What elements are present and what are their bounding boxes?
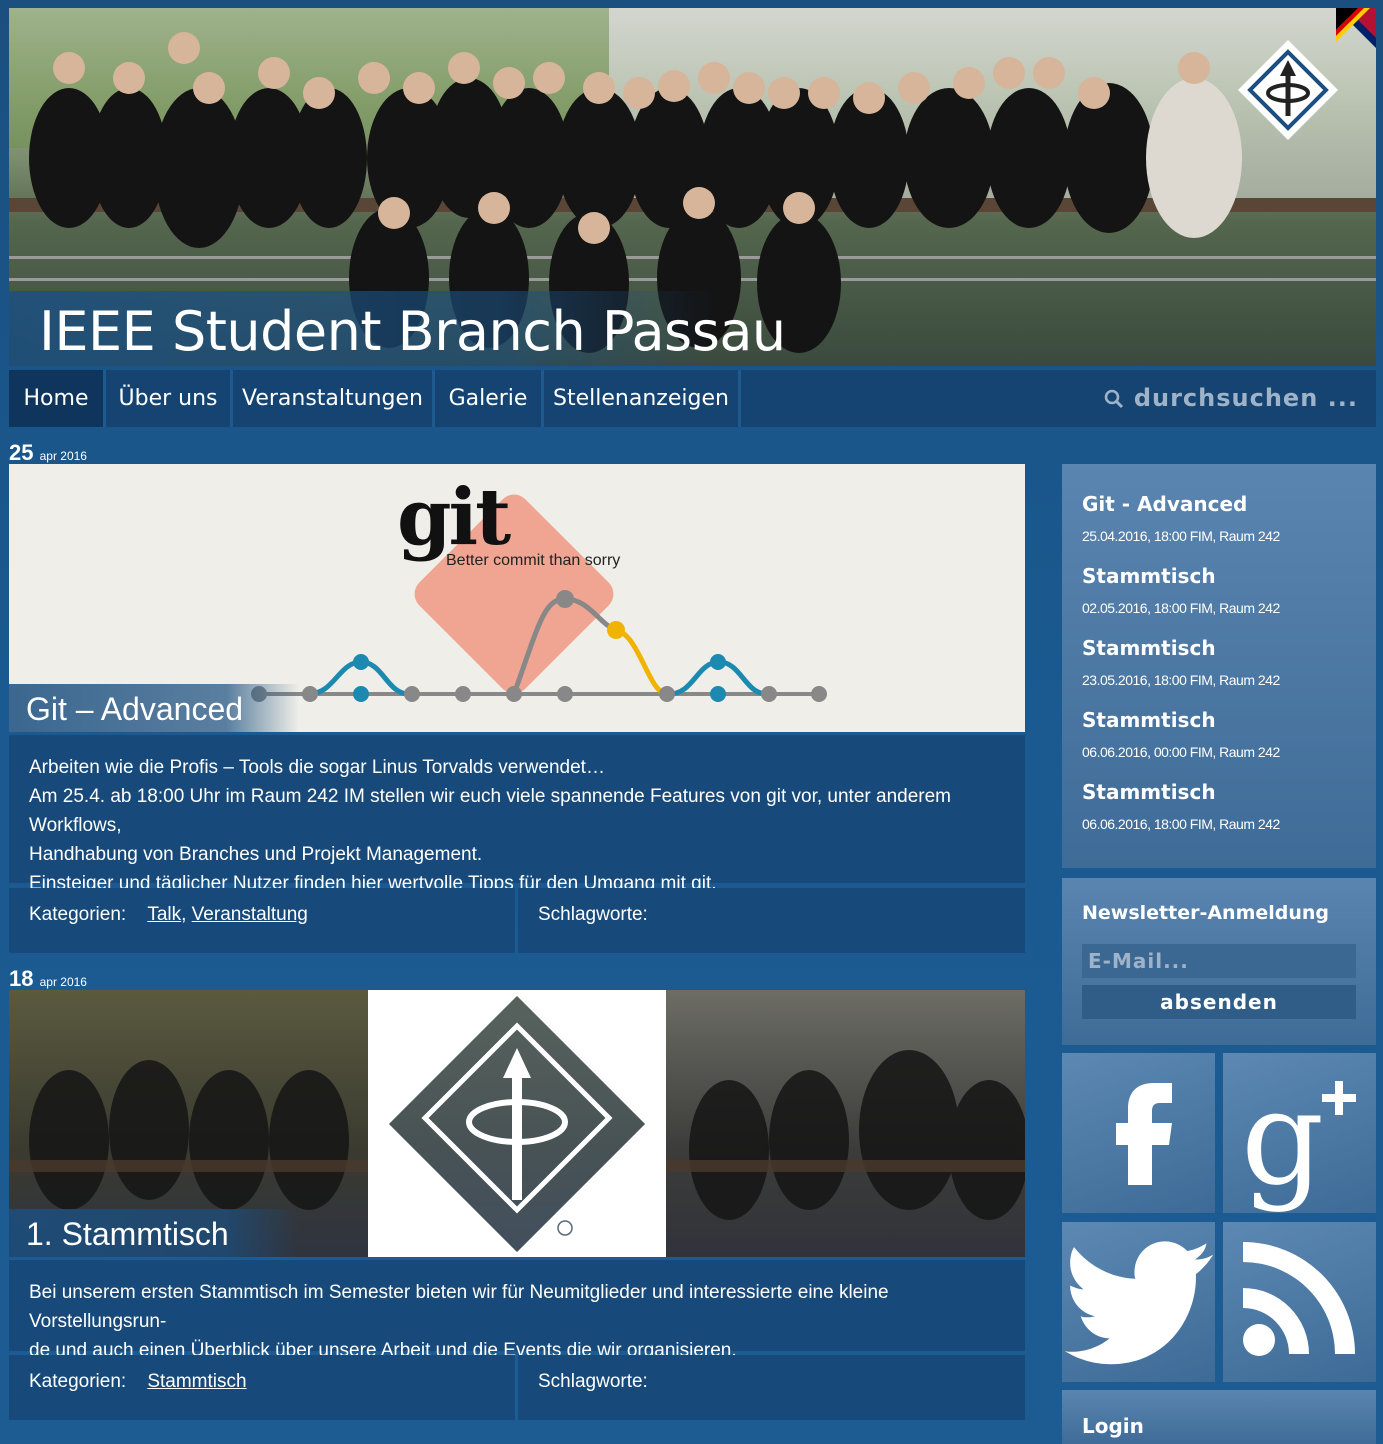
categories-label: Kategorien: xyxy=(29,904,127,925)
post-categories: Kategorien: Talk, Veranstaltung xyxy=(9,888,515,953)
category-link[interactable]: Stammtisch xyxy=(147,1371,246,1392)
git-tagline: Better commit than sorry xyxy=(446,552,621,569)
post-meta: Kategorien: Talk, Veranstaltung Schlagwo… xyxy=(9,888,1025,953)
facebook-icon xyxy=(1116,1083,1172,1185)
nav-item-home[interactable]: Home xyxy=(9,370,106,427)
event-item[interactable]: Stammtisch 06.06.2016, 00:00 FIM, Raum 2… xyxy=(1062,708,1280,760)
post-title[interactable]: Git – Advanced xyxy=(26,691,243,728)
newsletter-submit-button[interactable]: absenden xyxy=(1082,985,1356,1019)
post-date: 25 apr 2016 xyxy=(9,440,87,466)
event-item[interactable]: Stammtisch 02.05.2016, 18:00 FIM, Raum 2… xyxy=(1062,564,1280,616)
facebook-link[interactable] xyxy=(1062,1053,1215,1213)
tags-label: Schlagworte: xyxy=(538,904,648,925)
event-title[interactable]: Stammtisch xyxy=(1082,780,1280,804)
post-date-month-year: apr 2016 xyxy=(39,975,87,989)
ieee-logo-icon[interactable] xyxy=(1236,38,1340,142)
tags-label: Schlagworte: xyxy=(538,1371,648,1392)
post-tags: Schlagworte: xyxy=(518,1355,1025,1420)
search-icon xyxy=(1104,389,1123,409)
newsletter-widget: Newsletter-Anmeldung E-Mail... absenden xyxy=(1062,878,1376,1045)
post-image[interactable]: git Better commit than sorry Git – Advan… xyxy=(9,464,1025,732)
post-excerpt-line: Arbeiten wie die Profis – Tools die soga… xyxy=(29,757,605,778)
google-plus-icon: g xyxy=(1241,1062,1356,1213)
upcoming-events-widget: Git - Advanced 25.04.2016, 18:00 FIM, Ra… xyxy=(1062,464,1376,868)
event-meta: 06.06.2016, 00:00 FIM, Raum 242 xyxy=(1082,744,1280,760)
git-logo-text: git xyxy=(397,472,511,563)
search-field[interactable]: durchsuchen ... xyxy=(1104,370,1358,427)
post-tags: Schlagworte: xyxy=(518,888,1025,953)
post-excerpt: Arbeiten wie die Profis – Tools die soga… xyxy=(9,735,1025,894)
event-meta: 25.04.2016, 18:00 FIM, Raum 242 xyxy=(1082,528,1280,544)
event-title[interactable]: Git - Advanced xyxy=(1082,492,1280,516)
event-title[interactable]: Stammtisch xyxy=(1082,564,1280,588)
post-date-month-year: apr 2016 xyxy=(39,449,87,463)
post-excerpt-line: Handhabung von Branches und Projekt Mana… xyxy=(29,844,483,865)
post-excerpt: Bei unserem ersten Stammtisch im Semeste… xyxy=(9,1260,1025,1361)
post-categories: Kategorien: Stammtisch xyxy=(9,1355,515,1420)
post-excerpt-line: Am 25.4. ab 18:00 Uhr im Raum 242 IM ste… xyxy=(29,786,951,836)
site-title[interactable]: IEEE Student Branch Passau xyxy=(39,300,786,363)
nav-item-ueber-uns[interactable]: Über uns xyxy=(106,370,233,427)
event-meta: 02.05.2016, 18:00 FIM, Raum 242 xyxy=(1082,600,1280,616)
post-image[interactable]: 1. Stammtisch xyxy=(9,990,1025,1257)
category-link[interactable]: Veranstaltung xyxy=(192,904,308,925)
login-title[interactable]: Login xyxy=(1082,1414,1144,1438)
newsletter-email-input[interactable]: E-Mail... xyxy=(1082,944,1356,978)
post-meta: Kategorien: Stammtisch Schlagworte: xyxy=(9,1355,1025,1420)
event-item[interactable]: Stammtisch 23.05.2016, 18:00 FIM, Raum 2… xyxy=(1062,636,1280,688)
twitter-icon xyxy=(1064,1241,1214,1365)
event-title[interactable]: Stammtisch xyxy=(1082,636,1280,660)
category-link[interactable]: Talk xyxy=(147,904,181,925)
search-placeholder: durchsuchen ... xyxy=(1133,384,1358,412)
event-meta: 23.05.2016, 18:00 FIM, Raum 242 xyxy=(1082,672,1280,688)
rss-icon xyxy=(1243,1242,1355,1356)
newsletter-title: Newsletter-Anmeldung xyxy=(1082,902,1330,924)
nav-item-stellenanzeigen[interactable]: Stellenanzeigen xyxy=(544,370,741,427)
svg-text:g: g xyxy=(1241,1062,1324,1213)
post-excerpt-line: Bei unserem ersten Stammtisch im Semeste… xyxy=(29,1282,889,1332)
post-title[interactable]: 1. Stammtisch xyxy=(26,1216,229,1253)
login-widget: Login xyxy=(1062,1390,1376,1444)
event-meta: 06.06.2016, 18:00 FIM, Raum 242 xyxy=(1082,816,1280,832)
event-item[interactable]: Git - Advanced 25.04.2016, 18:00 FIM, Ra… xyxy=(1062,492,1280,544)
twitter-link[interactable] xyxy=(1062,1222,1215,1382)
event-item[interactable]: Stammtisch 06.06.2016, 18:00 FIM, Raum 2… xyxy=(1062,780,1280,832)
language-flag-icon[interactable] xyxy=(1336,8,1376,48)
rss-link[interactable] xyxy=(1223,1222,1376,1382)
categories-label: Kategorien: xyxy=(29,1371,127,1392)
nav-item-galerie[interactable]: Galerie xyxy=(435,370,544,427)
post-date-day: 18 xyxy=(9,966,34,991)
event-title[interactable]: Stammtisch xyxy=(1082,708,1280,732)
google-plus-link[interactable]: g xyxy=(1223,1053,1376,1213)
main-navigation: Home Über uns Veranstaltungen Galerie St… xyxy=(9,370,1376,427)
header-banner: IEEE Student Branch Passau xyxy=(9,8,1376,366)
nav-item-veranstaltungen[interactable]: Veranstaltungen xyxy=(233,370,435,427)
post-date: 18 apr 2016 xyxy=(9,966,87,992)
post-date-day: 25 xyxy=(9,440,34,465)
